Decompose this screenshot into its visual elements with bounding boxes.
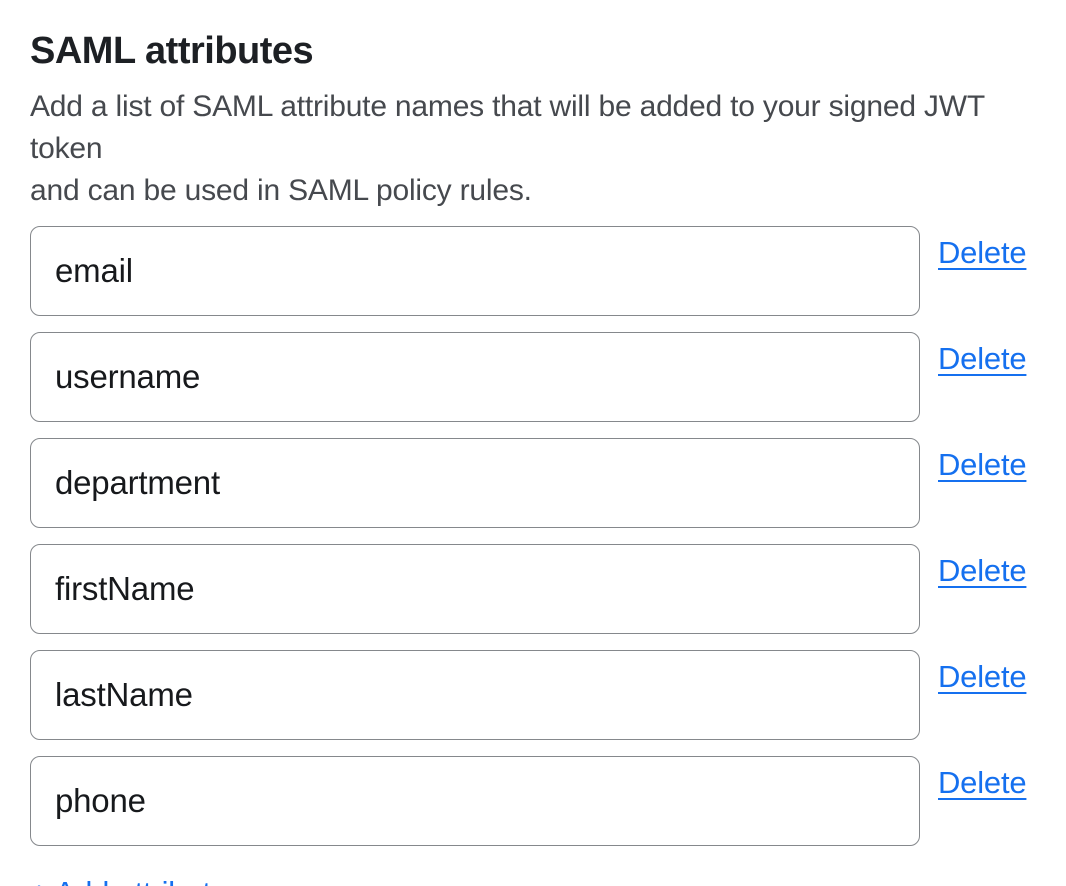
add-attribute-link[interactable]: + Add attribute [30,874,228,886]
section-title: SAML attributes [30,28,1036,74]
attribute-name-input[interactable] [30,544,920,634]
section-description: Add a list of SAML attribute names that … [30,86,1036,212]
delete-attribute-link[interactable]: Delete [938,446,1026,484]
attribute-row: Delete [30,544,1036,634]
attribute-name-input[interactable] [30,756,920,846]
delete-attribute-link[interactable]: Delete [938,658,1026,696]
delete-attribute-link[interactable]: Delete [938,764,1026,802]
delete-attribute-link[interactable]: Delete [938,340,1026,378]
attribute-row: Delete [30,756,1036,846]
attribute-name-input[interactable] [30,226,920,316]
attribute-name-input[interactable] [30,438,920,528]
saml-attributes-section: SAML attributes Add a list of SAML attri… [0,0,1066,886]
delete-attribute-link[interactable]: Delete [938,552,1026,590]
section-description-line-2: and can be used in SAML policy rules. [30,170,1036,212]
attribute-row: Delete [30,226,1036,316]
attribute-row: Delete [30,650,1036,740]
attribute-name-input[interactable] [30,332,920,422]
attribute-list: Delete Delete Delete Delete Delete [30,226,1036,846]
attribute-row: Delete [30,438,1036,528]
section-description-line-1: Add a list of SAML attribute names that … [30,86,1036,170]
attribute-row: Delete [30,332,1036,422]
delete-attribute-link[interactable]: Delete [938,234,1026,272]
attribute-name-input[interactable] [30,650,920,740]
